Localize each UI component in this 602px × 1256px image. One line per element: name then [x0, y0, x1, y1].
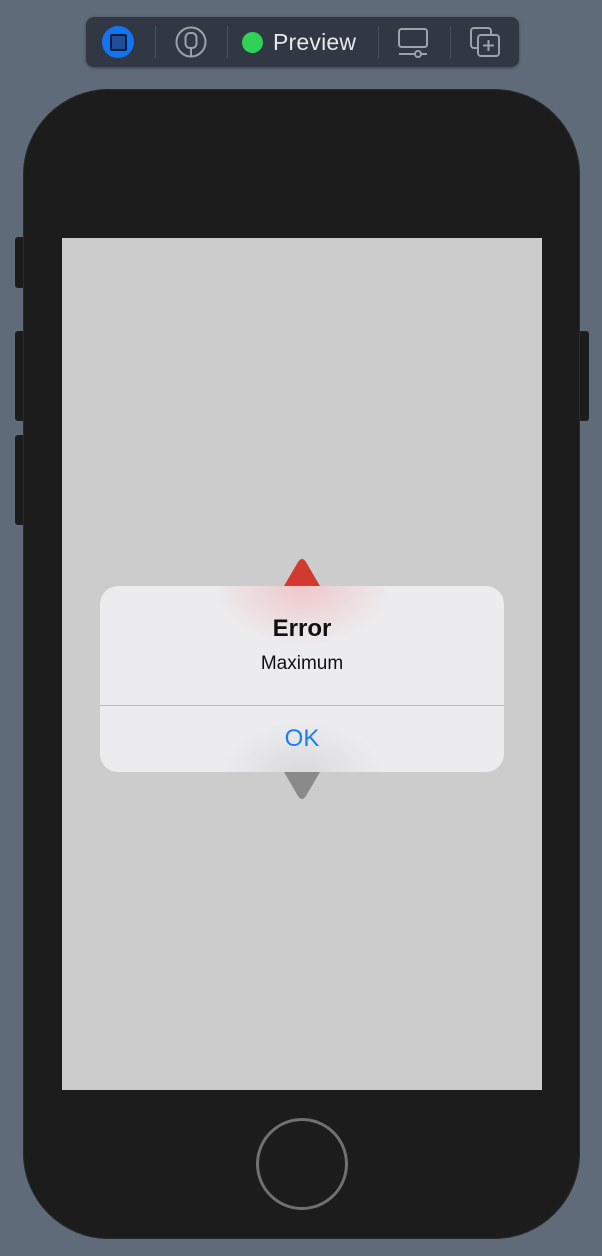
error-alert: Error Maximum OK — [100, 586, 504, 772]
pin-preview-icon[interactable] — [175, 26, 207, 58]
toolbar-divider — [450, 26, 451, 58]
toolbar-divider — [378, 26, 379, 58]
device-screen: Error Maximum OK — [62, 238, 542, 1090]
toolbar-divider — [227, 26, 228, 58]
toolbar-divider — [155, 26, 156, 58]
preview-toolbar: Preview — [86, 17, 519, 67]
preview-label: Preview — [273, 28, 357, 55]
preview-mode-button[interactable]: Preview — [242, 26, 356, 58]
alert-message: Maximum — [260, 653, 344, 674]
device-settings-icon[interactable] — [397, 26, 429, 58]
preview-canvas: Preview Error Maximum OK — [0, 0, 602, 1256]
stop-live-preview-icon — [109, 33, 127, 51]
duplicate-preview-icon[interactable] — [469, 26, 501, 58]
home-button-icon[interactable] — [256, 1118, 348, 1210]
live-preview-button[interactable] — [102, 26, 134, 58]
alert-title: Error — [272, 615, 332, 642]
alert-ok-button[interactable]: OK — [100, 706, 504, 772]
preview-status-dot — [242, 31, 263, 53]
